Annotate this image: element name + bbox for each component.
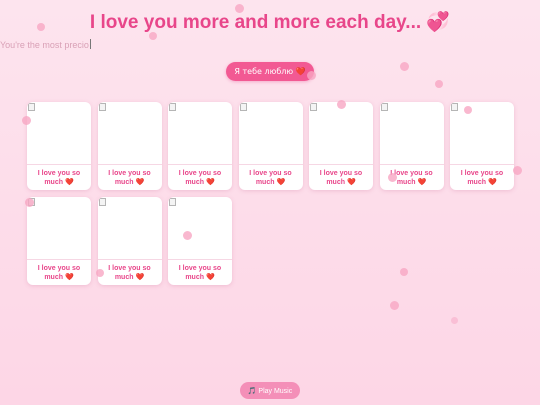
floating-heart-bubble: [96, 269, 104, 277]
floating-heart-bubble: [183, 231, 192, 240]
floating-heart-bubble: [390, 301, 399, 310]
photo-caption: I love you so much ❤️: [37, 170, 81, 186]
broken-image-icon: [169, 103, 176, 111]
photo-image: [309, 102, 373, 165]
page-title: I love you more and more each day... 💞: [0, 10, 540, 34]
photo-card[interactable]: I love you so much ❤️: [27, 197, 91, 285]
photo-caption: I love you so much ❤️: [319, 170, 363, 186]
typewriter-message: You're the most precio: [0, 39, 91, 50]
photo-image: [168, 197, 232, 260]
text-caret: [89, 39, 91, 49]
broken-image-icon: [169, 198, 176, 206]
floating-heart-bubble: [149, 32, 157, 40]
floating-heart-bubble: [25, 198, 34, 207]
floating-heart-bubble: [337, 100, 346, 109]
floating-heart-bubble: [388, 173, 397, 182]
floating-heart-bubble: [451, 317, 458, 324]
floating-heart-bubble: [400, 62, 409, 71]
photo-card[interactable]: I love you so much ❤️: [238, 102, 303, 190]
hearts-icon: 💞: [426, 12, 451, 33]
photo-grid: I love you so much ❤️ I love you so much…: [27, 102, 517, 285]
floating-heart-bubble: [435, 80, 443, 88]
floating-heart-bubble: [235, 4, 244, 13]
photo-caption: I love you so much ❤️: [37, 265, 81, 281]
floating-heart-bubble: [37, 23, 45, 31]
broken-image-icon: [380, 103, 388, 111]
photo-image: [168, 102, 232, 165]
play-music-button[interactable]: 🎵 Play Music: [240, 382, 300, 399]
photo-card[interactable]: I love you so much ❤️: [168, 102, 232, 190]
floating-heart-bubble: [307, 71, 316, 80]
love-button[interactable]: Я тебе люблю ❤️: [226, 62, 314, 81]
photo-image: [379, 102, 444, 165]
photo-image: [27, 197, 91, 260]
photo-card[interactable]: I love you so much ❤️: [168, 197, 232, 285]
floating-heart-bubble: [513, 166, 522, 175]
photo-caption: I love you so much ❤️: [460, 170, 504, 186]
broken-image-icon: [28, 103, 35, 111]
photo-card[interactable]: I love you so much ❤️: [97, 102, 162, 190]
photo-image: [450, 102, 514, 165]
floating-heart-bubble: [22, 116, 31, 125]
photo-card[interactable]: I love you so much ❤️: [27, 102, 91, 190]
broken-image-icon: [98, 103, 106, 111]
floating-heart-bubble: [400, 268, 408, 276]
photo-image: [97, 197, 162, 260]
floating-heart-bubble: [464, 106, 472, 114]
photo-caption: I love you so much ❤️: [108, 170, 151, 186]
photo-card[interactable]: I love you so much ❤️: [450, 102, 514, 190]
broken-image-icon: [239, 103, 247, 111]
photo-caption: I love you so much ❤️: [108, 265, 151, 281]
photo-image: [27, 102, 91, 165]
photo-card[interactable]: I love you so much ❤️: [309, 102, 373, 190]
broken-image-icon: [310, 103, 317, 111]
photo-caption: I love you so much ❤️: [249, 170, 292, 186]
photo-caption: I love you so much ❤️: [178, 265, 222, 281]
broken-image-icon: [451, 103, 458, 111]
title-text: I love you more and more each day...: [89, 12, 422, 33]
typewriter-text: You're the most precio: [0, 40, 89, 50]
broken-image-icon: [98, 198, 106, 206]
photo-image: [97, 102, 162, 165]
photo-card[interactable]: I love you so much ❤️: [97, 197, 162, 285]
photo-caption: I love you so much ❤️: [178, 170, 222, 186]
photo-image: [238, 102, 303, 165]
